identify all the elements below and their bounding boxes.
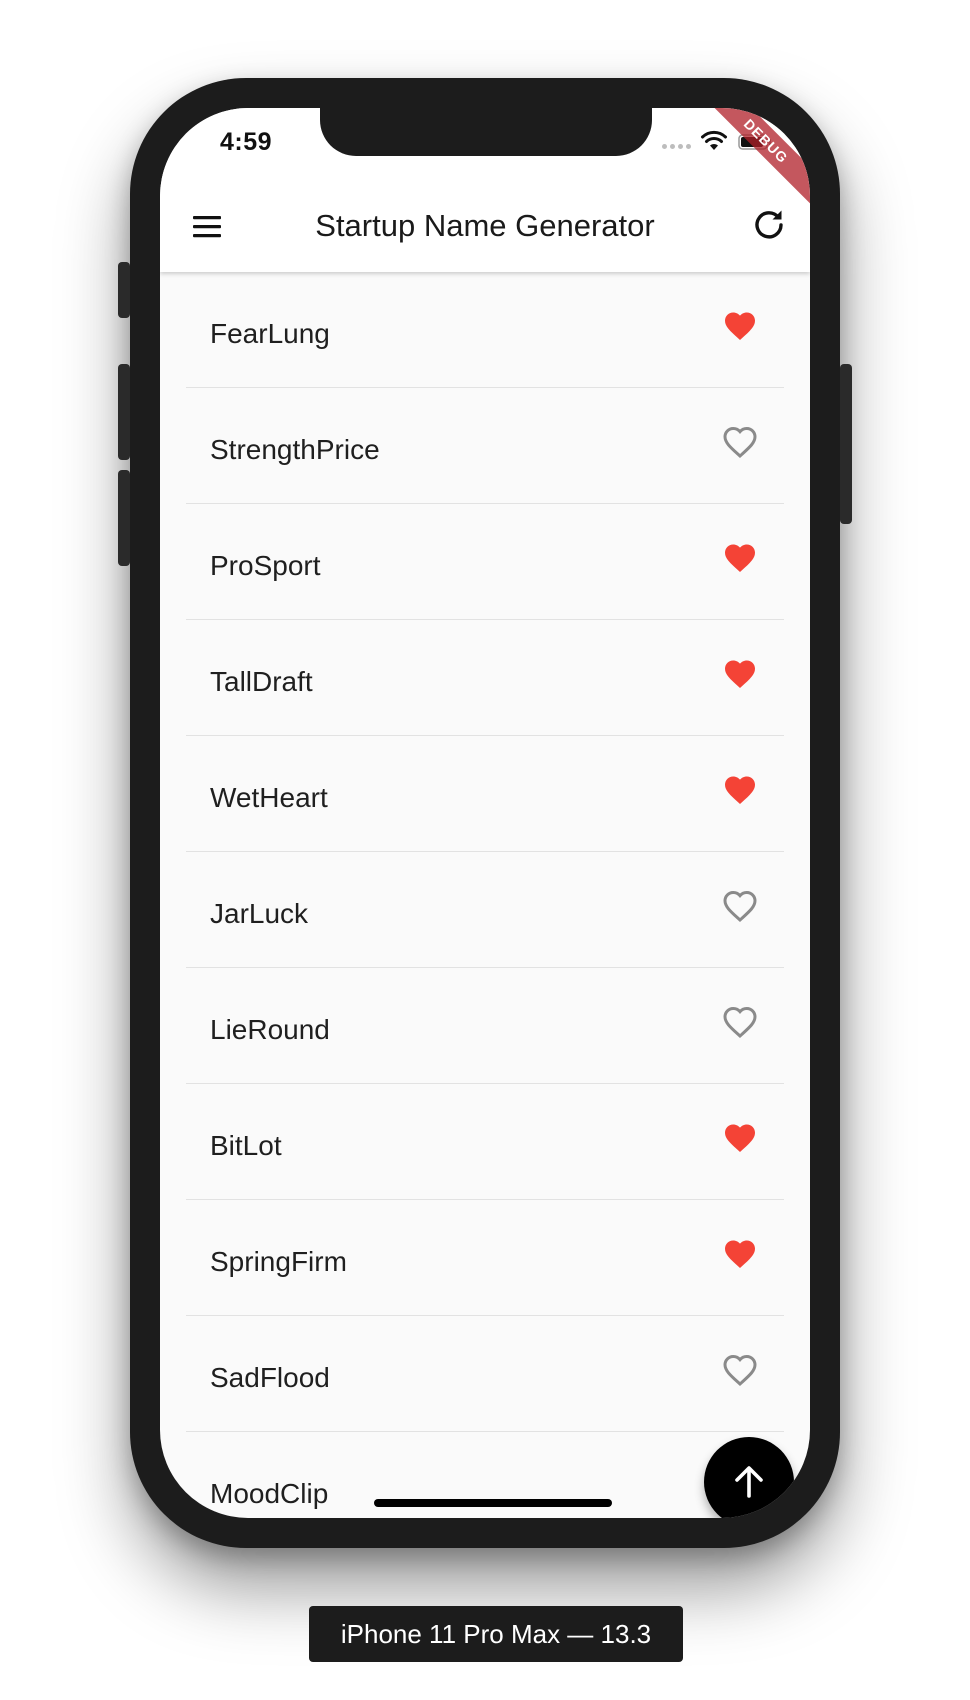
app-bar: Startup Name Generator	[160, 180, 810, 272]
favorite-border-heart-icon[interactable]	[722, 1352, 758, 1388]
list-item-label: StrengthPrice	[210, 434, 380, 465]
screen: 4:59 DEBUG Startup Name Generator FearLu…	[160, 108, 810, 1518]
wifi-icon	[701, 130, 727, 150]
list-item-label: LieRound	[210, 1014, 330, 1045]
status-bar: 4:59 DEBUG	[160, 108, 810, 221]
favorite-heart-icon[interactable]	[722, 1236, 758, 1272]
list-item[interactable]: TallDraft	[160, 620, 810, 736]
startup-name-list: FearLung StrengthPrice ProSport TallDraft We…	[160, 272, 810, 1518]
notch	[320, 108, 652, 156]
list-item[interactable]: WetHeart	[160, 736, 810, 852]
list-item[interactable]: ProSport	[160, 504, 810, 620]
favorite-heart-icon[interactable]	[722, 540, 758, 576]
home-indicator[interactable]	[374, 1499, 612, 1507]
device-caption: iPhone 11 Pro Max — 13.3	[309, 1606, 683, 1662]
list-item-label: SpringFirm	[210, 1246, 347, 1277]
list-item[interactable]: SadFlood	[160, 1316, 810, 1432]
device-frame: 4:59 DEBUG Startup Name Generator FearLu…	[118, 78, 852, 1548]
power-button	[840, 364, 852, 524]
list-item-label: MoodClip	[210, 1478, 329, 1509]
volume-down-button	[118, 470, 130, 566]
favorite-border-heart-icon[interactable]	[722, 1004, 758, 1040]
favorite-border-heart-icon[interactable]	[722, 424, 758, 460]
list-item[interactable]: SpringFirm	[160, 1200, 810, 1316]
favorite-heart-icon[interactable]	[722, 656, 758, 692]
list-item-label: FearLung	[210, 318, 330, 349]
refresh-icon[interactable]	[750, 206, 788, 244]
list-item[interactable]: StrengthPrice	[160, 388, 810, 504]
list-item[interactable]: BitLot	[160, 1084, 810, 1200]
list-item-label: BitLot	[210, 1130, 282, 1161]
favorite-heart-icon[interactable]	[722, 772, 758, 808]
favorite-heart-icon[interactable]	[722, 308, 758, 344]
list-item[interactable]: JarLuck	[160, 852, 810, 968]
list-item[interactable]: LieRound	[160, 968, 810, 1084]
list-item-label: ProSport	[210, 550, 321, 581]
scroll-to-top-button[interactable]	[704, 1437, 794, 1518]
list-item-label: SadFlood	[210, 1362, 330, 1393]
silent-switch	[118, 262, 130, 318]
favorite-border-heart-icon[interactable]	[722, 888, 758, 924]
status-time: 4:59	[220, 128, 273, 156]
list-item-label: TallDraft	[210, 666, 313, 697]
cellular-signal-icon	[662, 144, 691, 149]
list-item-label: WetHeart	[210, 782, 328, 813]
arrow-up-icon	[735, 1466, 763, 1498]
list-item[interactable]: FearLung	[160, 272, 810, 388]
volume-up-button	[118, 364, 130, 460]
favorite-heart-icon[interactable]	[722, 1120, 758, 1156]
list-item-label: JarLuck	[210, 898, 309, 929]
page-title: Startup Name Generator	[315, 208, 655, 243]
